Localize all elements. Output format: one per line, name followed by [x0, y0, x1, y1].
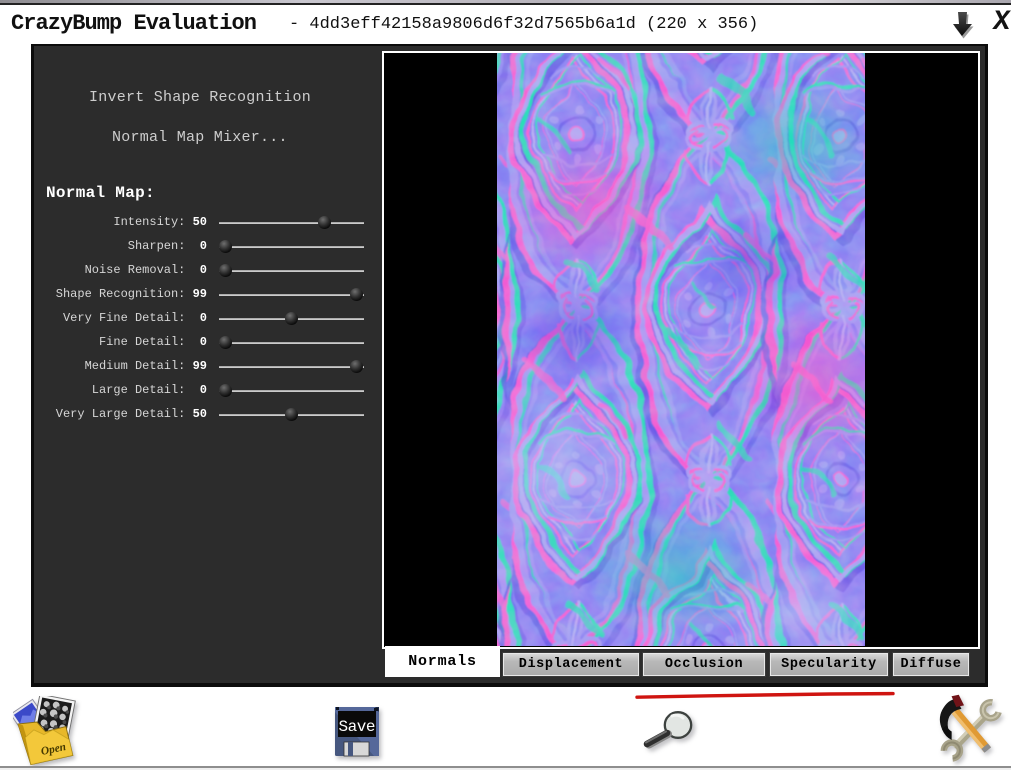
svg-text:Save: Save: [339, 718, 376, 736]
